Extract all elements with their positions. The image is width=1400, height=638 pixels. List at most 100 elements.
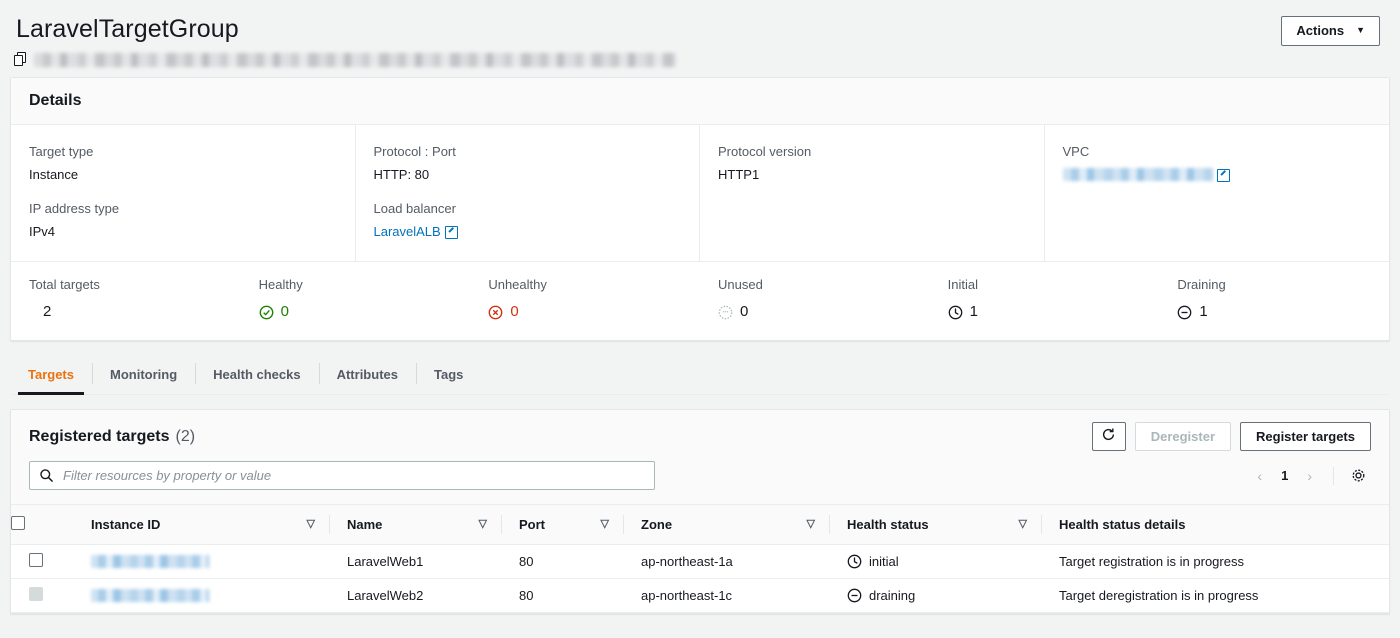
cell-health-status-details: Target deregistration is in progress (1041, 578, 1389, 613)
dotted-circle-icon (718, 305, 733, 320)
page-number[interactable]: 1 (1275, 466, 1294, 485)
details-cell-2: Protocol : Port HTTP: 80 Load balancer L… (356, 125, 700, 261)
row-checkbox (29, 587, 43, 601)
targets-actions: Deregister Register targets (1091, 422, 1371, 451)
next-page-button[interactable]: › (1298, 466, 1321, 486)
registered-targets-count: (2) (175, 427, 196, 445)
refresh-icon (1101, 427, 1116, 447)
tab-attributes[interactable]: Attributes (318, 355, 416, 394)
search-input[interactable] (61, 462, 654, 489)
tab-tags[interactable]: Tags (415, 355, 481, 394)
check-circle-icon (259, 305, 274, 320)
metric-value: 1 (1199, 303, 1208, 320)
tab-health-checks[interactable]: Health checks (195, 355, 318, 394)
field-ip-address-type: IP address type IPv4 (29, 200, 337, 241)
filter-box[interactable] (29, 461, 655, 490)
cell-health-status: initial (829, 544, 1041, 579)
metric-label: Initial (947, 277, 979, 292)
field-label: Protocol : Port (373, 144, 456, 159)
target-group-page: LaravelTargetGroup Actions ▼ Details Tar… (0, 0, 1400, 638)
health-status-label: initial (869, 554, 899, 569)
external-link-icon[interactable] (1216, 168, 1230, 182)
vpc-link-masked[interactable] (1062, 168, 1213, 181)
metric-total-targets: Total targets 2 (11, 276, 241, 322)
cell-health-status: draining (829, 578, 1041, 613)
page-title: LaravelTargetGroup (16, 15, 239, 43)
arn-value-masked (34, 52, 676, 67)
cell-port: 80 (501, 544, 623, 579)
tab-bar: Targets Monitoring Health checks Attribu… (10, 355, 1390, 395)
tab-targets[interactable]: Targets (10, 355, 92, 395)
cell-instance-id[interactable] (73, 544, 329, 579)
register-targets-button[interactable]: Register targets (1240, 422, 1371, 451)
instance-id-masked[interactable] (91, 589, 209, 602)
cell-port: 80 (501, 578, 623, 613)
metric-value-wrap: 0 (259, 302, 453, 322)
tab-monitoring[interactable]: Monitoring (92, 355, 195, 394)
cell-instance-id[interactable] (73, 578, 329, 613)
field-label: Target type (29, 144, 94, 159)
column-header-port[interactable]: Port ▽ (501, 505, 623, 545)
metric-label: Unused (718, 277, 763, 292)
minus-circle-icon (847, 588, 862, 603)
table-row[interactable]: LaravelWeb1 80 ap-northeast-1a initial T… (11, 544, 1389, 579)
column-label: Health status details (1059, 517, 1186, 532)
select-all-header (11, 505, 73, 545)
pagination: ‹ 1 › (1248, 465, 1371, 486)
field-label: Load balancer (373, 201, 456, 216)
column-header-zone[interactable]: Zone ▽ (623, 505, 829, 545)
table-row[interactable]: LaravelWeb2 80 ap-northeast-1c draining … (11, 578, 1389, 613)
sort-icon[interactable]: ▽ (479, 519, 487, 530)
details-grid: Target type Instance IP address type IPv… (11, 125, 1389, 261)
details-cell-1: Target type Instance IP address type IPv… (11, 125, 356, 261)
row-checkbox[interactable] (29, 553, 43, 567)
actions-button[interactable]: Actions ▼ (1281, 16, 1380, 46)
page-header: LaravelTargetGroup Actions ▼ (0, 0, 1400, 46)
settings-gear-icon[interactable] (1346, 465, 1371, 486)
sort-icon[interactable]: ▽ (601, 519, 609, 530)
metric-label: Draining (1177, 277, 1226, 292)
table-header-row: Instance ID ▽ Name ▽ Port ▽ Zone ▽ Health st… (11, 505, 1389, 545)
sort-icon[interactable]: ▽ (807, 519, 815, 530)
details-heading: Details (29, 92, 82, 109)
field-value: IPv4 (29, 224, 56, 239)
metric-unhealthy: Unhealthy 0 (470, 276, 700, 322)
clock-icon (847, 554, 862, 569)
minus-circle-icon (1177, 305, 1192, 320)
previous-page-button[interactable]: ‹ (1248, 466, 1271, 486)
field-value: HTTP: 80 (373, 167, 430, 182)
metric-value: 0 (510, 303, 519, 320)
sort-icon[interactable]: ▽ (1019, 519, 1027, 530)
field-vpc: VPC (1062, 143, 1372, 184)
external-link-icon[interactable] (444, 225, 458, 239)
cell-name: LaravelWeb2 (329, 578, 501, 613)
refresh-button[interactable] (1091, 422, 1126, 451)
details-cell-3: Protocol version HTTP1 (700, 125, 1045, 261)
row-select-cell (11, 544, 73, 579)
field-label: IP address type (29, 201, 120, 216)
metric-value-wrap: 0 (488, 302, 682, 322)
field-value: Instance (29, 167, 79, 182)
copy-icon[interactable] (14, 52, 28, 67)
cell-zone: ap-northeast-1a (623, 544, 829, 579)
details-cell-4: VPC (1045, 125, 1390, 261)
registered-targets-header: Registered targets (2) Deregister Regist… (11, 410, 1389, 505)
field-protocol-version: Protocol version HTTP1 (718, 143, 1026, 184)
deregister-button[interactable]: Deregister (1134, 422, 1232, 451)
column-label: Zone (641, 517, 673, 532)
select-all-checkbox[interactable] (11, 516, 25, 530)
chevron-down-icon: ▼ (1356, 25, 1365, 35)
arn-row (0, 46, 1400, 77)
health-status-label: draining (869, 588, 916, 603)
column-header-name[interactable]: Name ▽ (329, 505, 501, 545)
divider (1333, 466, 1334, 485)
sort-icon[interactable]: ▽ (307, 519, 315, 530)
field-label: VPC (1062, 144, 1090, 159)
clock-icon (948, 305, 963, 320)
column-header-health-status[interactable]: Health status ▽ (829, 505, 1041, 545)
metric-unused: Unused 0 (700, 276, 930, 322)
column-header-instance-id[interactable]: Instance ID ▽ (73, 505, 329, 545)
instance-id-masked[interactable] (91, 555, 209, 568)
load-balancer-link[interactable]: LaravelALB (374, 224, 441, 239)
column-header-health-status-details: Health status details (1041, 505, 1389, 545)
